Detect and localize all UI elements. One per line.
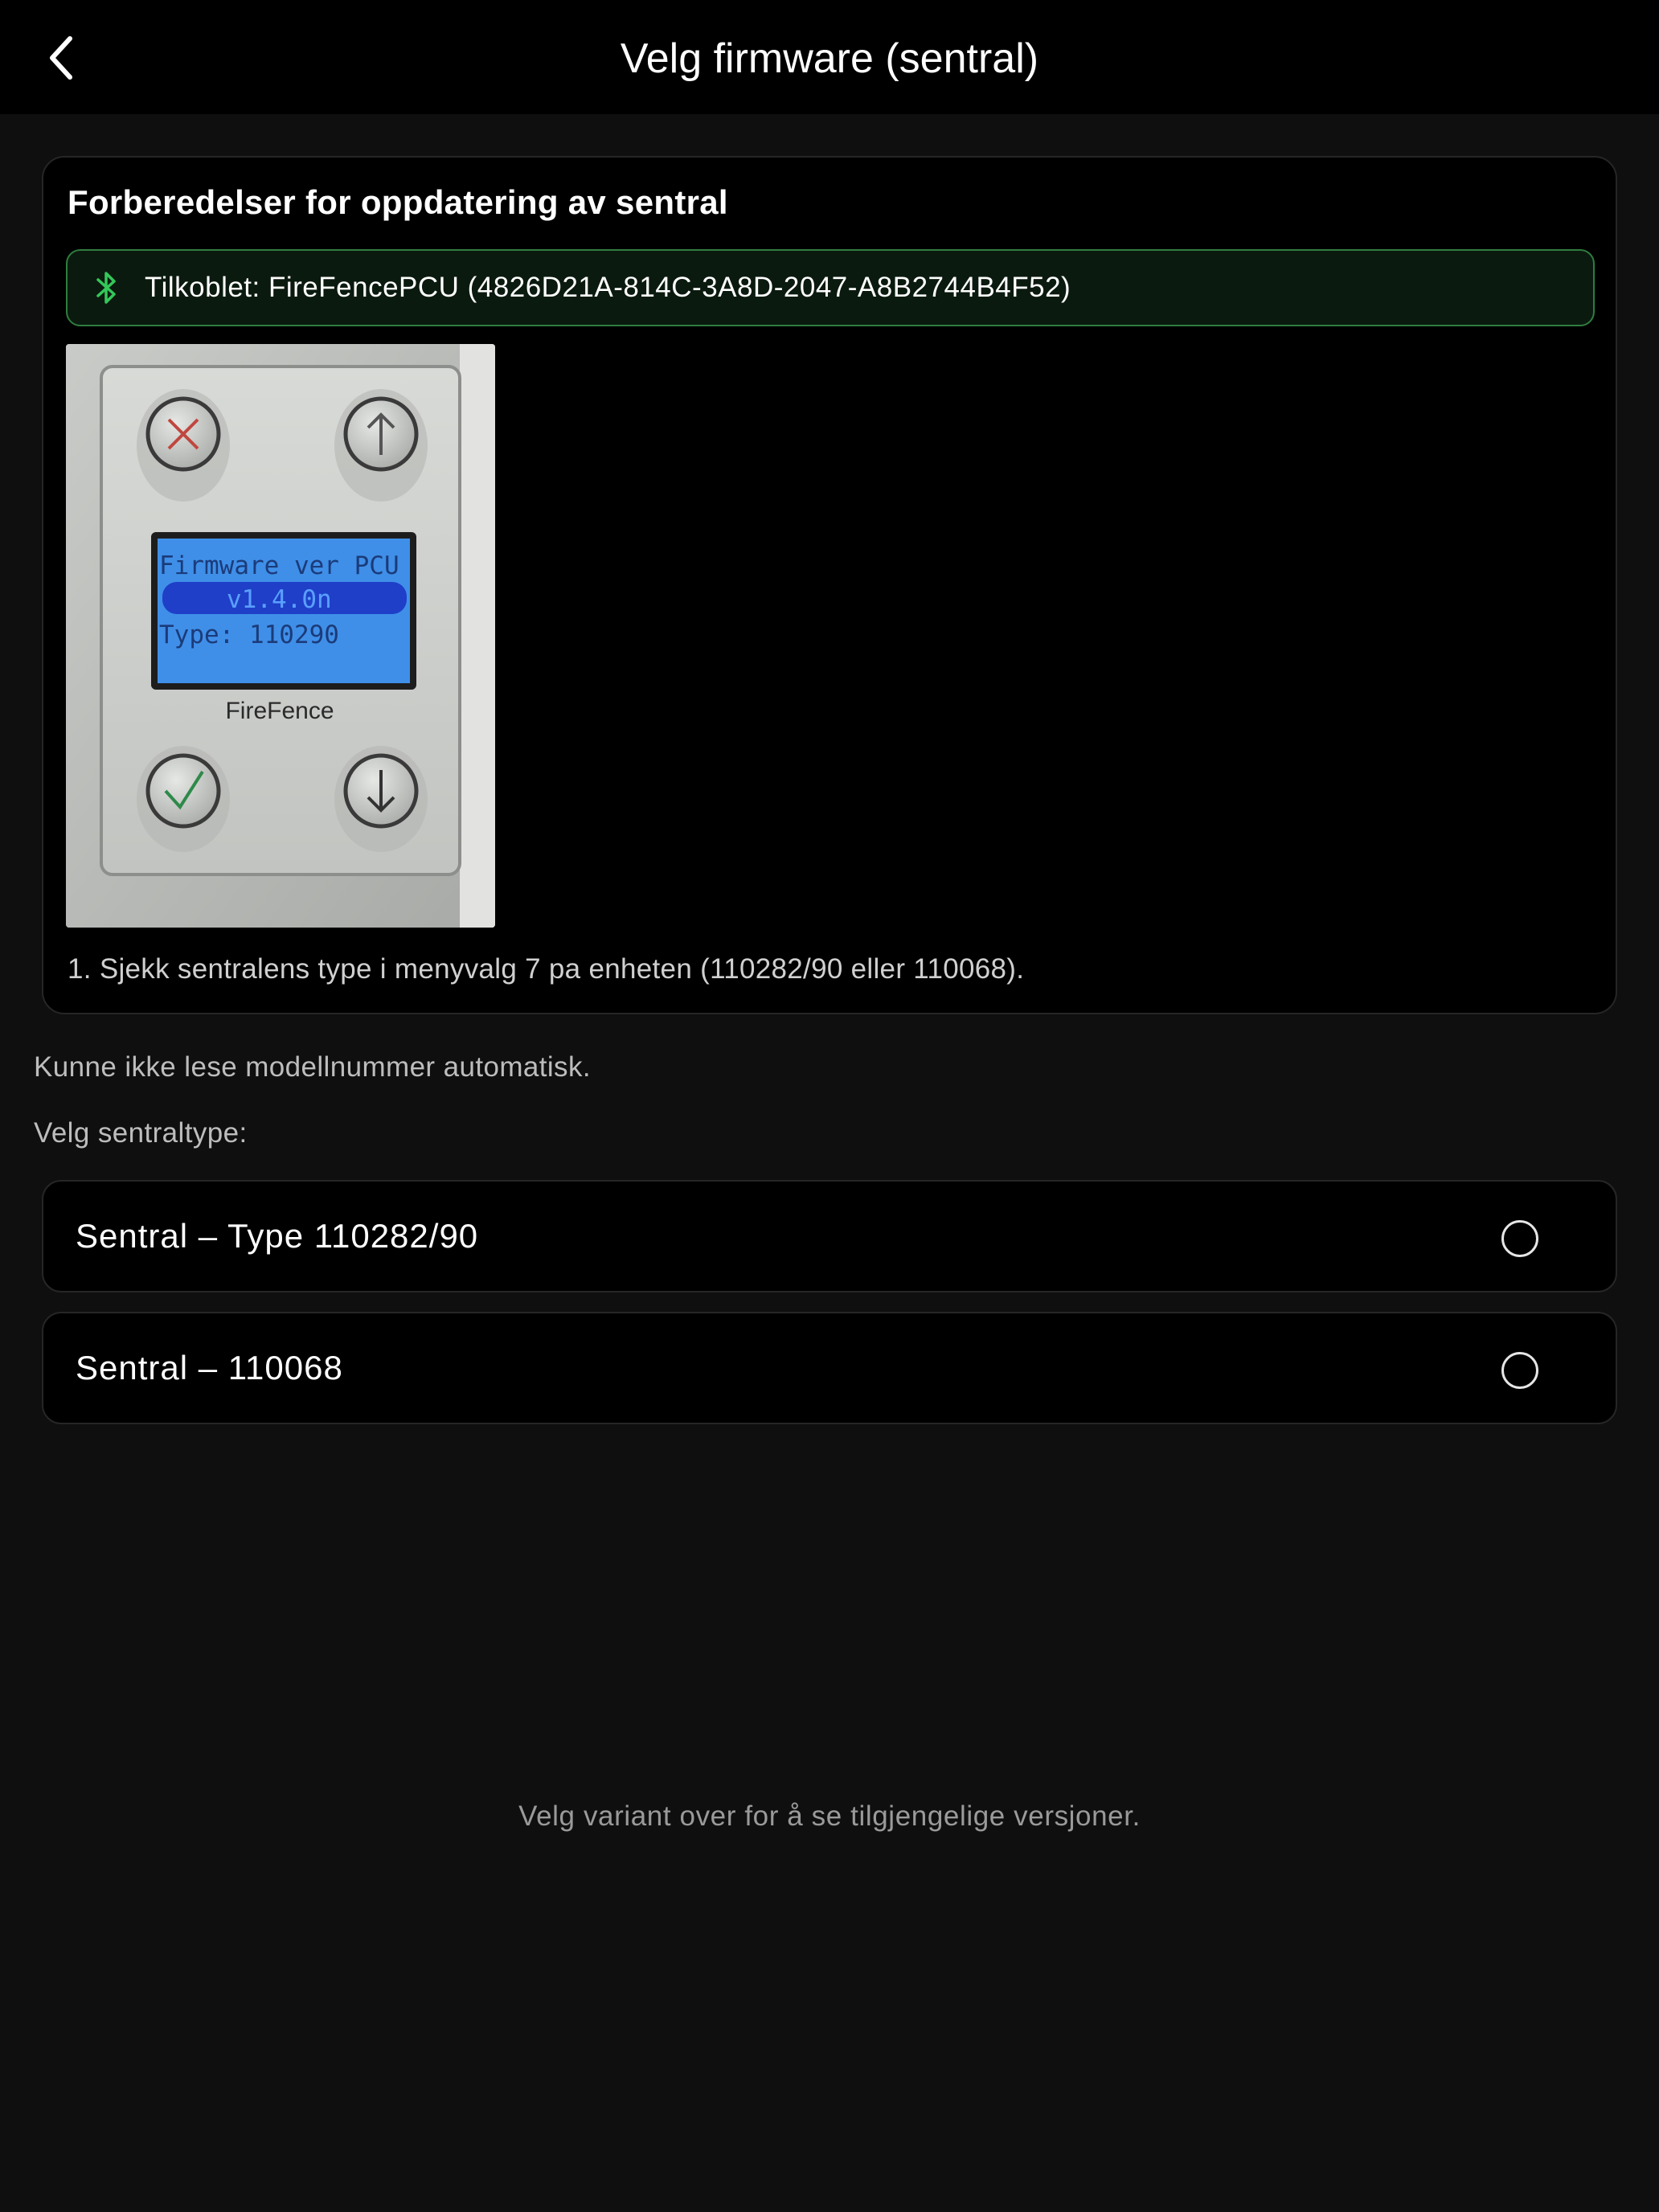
radio-button[interactable]: [1501, 1352, 1538, 1389]
bluetooth-icon: [92, 270, 121, 305]
step-instruction: 1. Sjekk sentralens type i menyvalg 7 pa…: [68, 953, 1025, 985]
option-label: Sentral – 110068: [76, 1349, 343, 1387]
option-type-110068[interactable]: Sentral – 110068: [42, 1312, 1617, 1424]
device-photo: Firmware ver PCU v1.4.0n Type: 110290 Fi…: [66, 344, 495, 928]
versions-hint: Velg variant over for å se tilgjengelige…: [518, 1800, 1141, 1832]
connection-status-banner: Tilkoblet: FireFencePCU (4826D21A-814C-3…: [66, 249, 1595, 326]
option-type-110282-90[interactable]: Sentral – Type 110282/90: [42, 1180, 1617, 1292]
auto-read-warning: Kunne ikke lese modellnummer automatisk.: [34, 1051, 591, 1083]
preparation-card: Forberedelser for oppdatering av sentral…: [42, 156, 1617, 1014]
select-type-label: Velg sentraltype:: [34, 1117, 248, 1149]
option-label: Sentral – Type 110282/90: [76, 1217, 479, 1255]
preparation-title: Forberedelser for oppdatering av sentral: [68, 183, 728, 221]
lcd-line-1: Firmware ver PCU: [159, 551, 399, 580]
page-title: Velg firmware (sentral): [620, 35, 1039, 82]
connection-status-text: Tilkoblet: FireFencePCU (4826D21A-814C-3…: [145, 272, 1071, 303]
lcd-line-2: v1.4.0n: [227, 585, 332, 614]
radio-button[interactable]: [1501, 1220, 1538, 1257]
brand-label: FireFence: [225, 698, 334, 724]
lcd-line-3: Type: 110290: [159, 621, 339, 649]
nav-bar: Velg firmware (sentral): [0, 0, 1659, 114]
